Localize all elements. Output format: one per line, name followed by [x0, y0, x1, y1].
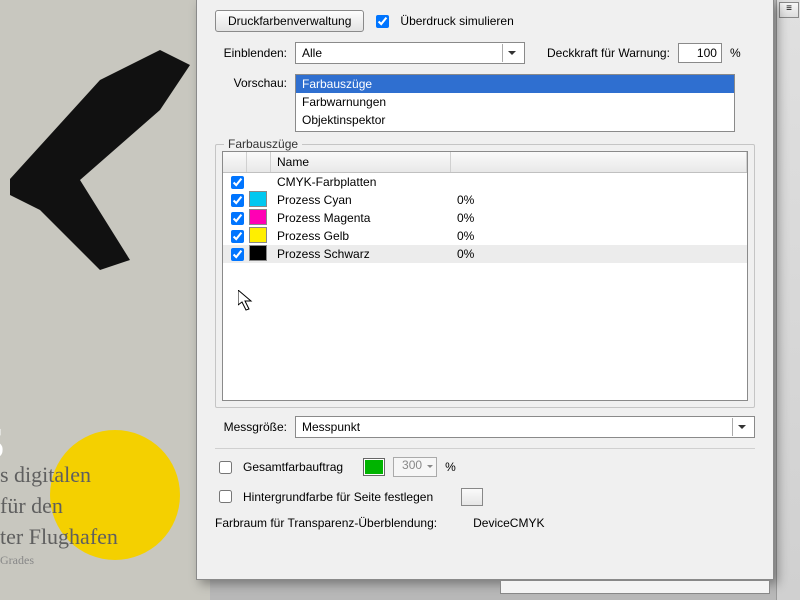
page-bgcolor-checkbox[interactable]	[219, 490, 232, 503]
simulate-overprint-checkbox[interactable]	[376, 15, 389, 28]
warning-opacity-input[interactable]	[678, 43, 722, 63]
table-row[interactable]: Prozess Schwarz0%	[223, 245, 747, 263]
preview-listbox[interactable]: Farbauszüge Farbwarnungen Objektinspekto…	[295, 74, 735, 132]
transparency-blend-value: DeviceCMYK	[473, 516, 544, 530]
show-select[interactable]: Alle	[295, 42, 525, 64]
page-bgcolor-label: Hintergrundfarbe für Seite festlegen	[243, 490, 433, 504]
separations-group-title: Farbauszüge	[224, 137, 302, 151]
doc-teaser-text: s digitalen für den ter Flughafen Grades	[0, 460, 200, 569]
separation-visibility-checkbox[interactable]	[231, 212, 244, 225]
separation-value: 0%	[453, 247, 553, 261]
sample-size-label: Messgröße:	[215, 420, 287, 434]
chevron-down-icon	[502, 44, 520, 62]
table-row[interactable]: Prozess Gelb0%	[223, 227, 747, 245]
col-name-header[interactable]: Name	[271, 152, 451, 172]
color-swatch	[249, 227, 267, 243]
table-row[interactable]: CMYK-Farbplatten	[223, 173, 747, 191]
total-area-coverage-label: Gesamtfarbauftrag	[243, 460, 343, 474]
panel-menu-icon[interactable]: ≡	[779, 2, 799, 18]
show-select-value: Alle	[302, 46, 322, 60]
table-row[interactable]: Prozess Magenta0%	[223, 209, 747, 227]
preview-item-separations[interactable]: Farbauszüge	[296, 75, 734, 93]
preview-item-colorwarnings[interactable]: Farbwarnungen	[296, 93, 734, 111]
separation-name: Prozess Schwarz	[273, 247, 453, 261]
ink-manager-button[interactable]: Druckfarbenverwaltung	[215, 10, 364, 32]
preview-item-objectinspector[interactable]: Objektinspektor	[296, 111, 734, 129]
warning-opacity-label: Deckkraft für Warnung:	[547, 46, 670, 60]
separation-visibility-checkbox[interactable]	[231, 194, 244, 207]
separation-visibility-checkbox[interactable]	[231, 176, 244, 189]
bottom-scroll-strip[interactable]	[500, 580, 770, 594]
simulate-overprint-label: Überdruck simulieren	[400, 14, 513, 28]
separation-name: CMYK-Farbplatten	[273, 175, 453, 189]
separation-visibility-checkbox[interactable]	[231, 230, 244, 243]
show-label: Einblenden:	[215, 46, 287, 60]
separation-name: Prozess Cyan	[273, 193, 453, 207]
preview-label: Vorschau:	[215, 74, 287, 90]
output-preview-panel: Druckfarbenverwaltung Überdruck simulier…	[196, 0, 774, 580]
sample-size-value: Messpunkt	[302, 420, 360, 434]
percent-label: %	[730, 46, 741, 60]
separation-value: 0%	[453, 211, 553, 225]
doc-plane-shape	[10, 40, 200, 270]
sample-size-select[interactable]: Messpunkt	[295, 416, 755, 438]
color-swatch	[249, 191, 267, 207]
tac-color-well[interactable]	[363, 458, 385, 476]
separation-value: 0%	[453, 193, 553, 207]
separations-table: Name CMYK-FarbplattenProzess Cyan0%Proze…	[222, 151, 748, 401]
separation-value: 0%	[453, 229, 553, 243]
color-swatch	[249, 209, 267, 225]
percent-label-2: %	[445, 460, 456, 474]
tac-value-input[interactable]: 300	[393, 457, 437, 477]
color-swatch	[249, 245, 267, 261]
table-row[interactable]: Prozess Cyan0%	[223, 191, 747, 209]
right-panel-dock: ≡	[776, 0, 800, 600]
separation-name: Prozess Magenta	[273, 211, 453, 225]
chevron-down-icon	[732, 418, 750, 436]
separations-group: Farbauszüge Name CMYK-FarbplattenProzess…	[215, 144, 755, 408]
separations-thead: Name	[223, 152, 747, 173]
transparency-blend-label: Farbraum für Transparenz-Überblendung:	[215, 516, 437, 530]
separation-visibility-checkbox[interactable]	[231, 248, 244, 261]
page-bgcolor-well[interactable]	[461, 488, 483, 506]
total-area-coverage-checkbox[interactable]	[219, 461, 232, 474]
separation-name: Prozess Gelb	[273, 229, 453, 243]
